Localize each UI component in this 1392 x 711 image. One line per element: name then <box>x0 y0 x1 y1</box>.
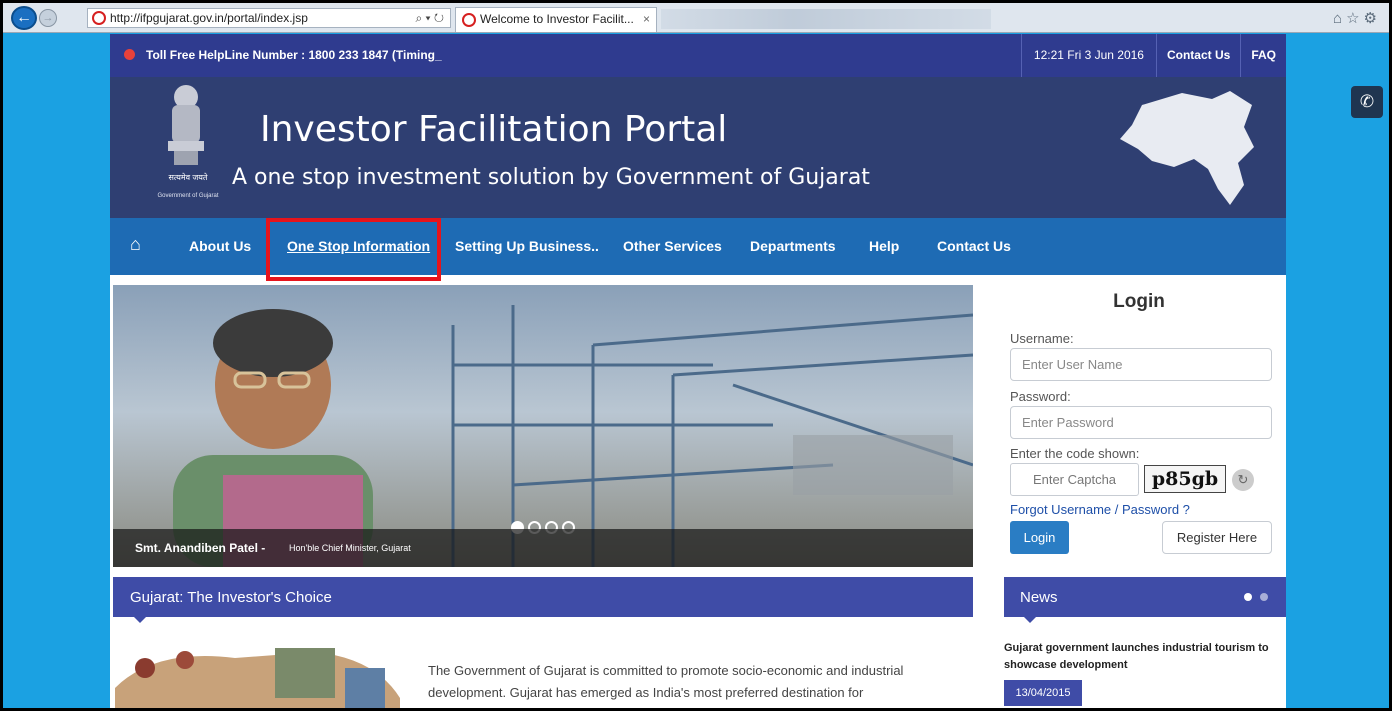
site-subtitle: A one stop investment solution by Govern… <box>232 165 870 190</box>
chief-minister-photo <box>173 309 373 567</box>
forgot-credentials-link[interactable]: Forgot Username / Password ? <box>1010 502 1190 517</box>
captcha-label: Enter the code shown: <box>1010 446 1140 461</box>
username-label: Username: <box>1010 331 1074 346</box>
nav-home-icon[interactable]: ⌂ <box>130 234 141 255</box>
address-controls[interactable]: ⌕ ▾ ↻ <box>415 9 444 27</box>
emblem-motto: सत्यमेव जयते <box>168 173 208 182</box>
nav-contact-us[interactable]: Contact Us <box>937 238 1011 254</box>
news-headline-link[interactable]: Gujarat government launches industrial t… <box>1004 640 1286 674</box>
top-contact-link[interactable]: Contact Us <box>1155 34 1240 77</box>
password-input[interactable]: Enter Password <box>1010 406 1272 439</box>
nav-help[interactable]: Help <box>869 238 899 254</box>
tab-favicon-icon <box>462 13 476 27</box>
state-emblem: सत्यमेव जयते Government of Gujarat <box>142 83 234 207</box>
section-body: The Government of Gujarat is committed t… <box>428 663 904 700</box>
section-title: Gujarat: The Investor's Choice <box>130 589 332 606</box>
news-notch <box>1024 617 1036 623</box>
gujarat-map-icon <box>1120 91 1254 205</box>
browser-window: ← → http://ifpgujarat.gov.in/portal/inde… <box>0 0 1392 711</box>
page: Toll Free HelpLine Number : 1800 233 184… <box>3 34 1389 708</box>
captcha-image: p85gb <box>1144 465 1226 493</box>
hero-banner: Smt. Anandiben Patel - Hon'ble Chief Min… <box>113 285 973 567</box>
helpline-dot-icon <box>124 49 135 60</box>
news-dot[interactable] <box>1244 593 1252 601</box>
date-time: 12:21 Fri 3 Jun 2016 <box>1020 34 1156 77</box>
section-notch <box>134 617 146 623</box>
faq-link[interactable]: FAQ <box>1240 34 1286 77</box>
password-label: Password: <box>1010 389 1071 404</box>
captcha-input[interactable]: Enter Captcha <box>1010 463 1139 496</box>
nav-other-services[interactable]: Other Services <box>623 238 722 254</box>
ashoka-emblem-icon <box>168 85 204 165</box>
register-button[interactable]: Register Here <box>1162 521 1272 554</box>
browser-actions: ⌂☆⚙ <box>1333 9 1381 27</box>
main-navigation: ⌂ About Us One Stop Information Setting … <box>110 218 1286 281</box>
favorites-star-icon[interactable]: ☆ <box>1346 10 1363 27</box>
helpline-text: Toll Free HelpLine Number : 1800 233 184… <box>146 48 442 62</box>
page-container: Toll Free HelpLine Number : 1800 233 184… <box>110 34 1286 708</box>
site-header: सत्यमेव जयते Government of Gujarat Inves… <box>110 77 1286 218</box>
caption-role: Hon'ble Chief Minister, Gujarat <box>289 543 411 553</box>
address-url: http://ifpgujarat.gov.in/portal/index.js… <box>110 11 308 25</box>
news-header: News <box>1004 577 1286 623</box>
section-header: Gujarat: The Investor's Choice <box>113 577 973 623</box>
phone-contact-icon[interactable]: ✆ <box>1351 86 1383 118</box>
back-button[interactable]: ← <box>11 6 37 30</box>
browser-tab[interactable]: Welcome to Investor Facilit... × <box>455 7 657 32</box>
tab-close-icon[interactable]: × <box>643 8 650 31</box>
news-title: News <box>1020 589 1058 606</box>
captcha-refresh-icon[interactable]: ↻ <box>1232 469 1254 491</box>
news-dot[interactable] <box>1260 593 1268 601</box>
nav-setting-up-business[interactable]: Setting Up Business.. <box>455 238 599 254</box>
highlight-box <box>266 218 441 281</box>
tab-title: Welcome to Investor Facilit... <box>480 12 634 26</box>
top-bar-right: 12:21 Fri 3 Jun 2016 Contact Us FAQ <box>1020 34 1286 77</box>
site-favicon-icon <box>92 11 106 25</box>
login-heading: Login <box>1113 291 1165 312</box>
username-input[interactable]: Enter User Name <box>1010 348 1272 381</box>
banner-caption: Smt. Anandiben Patel - Hon'ble Chief Min… <box>113 529 973 567</box>
news-pager[interactable] <box>1244 593 1268 601</box>
top-bar: Toll Free HelpLine Number : 1800 233 184… <box>110 34 1286 77</box>
login-button[interactable]: Login <box>1010 521 1069 554</box>
nav-about-us[interactable]: About Us <box>189 238 251 254</box>
settings-gear-icon[interactable]: ⚙ <box>1364 10 1381 27</box>
site-title: Investor Facilitation Portal <box>260 109 728 150</box>
industrial-plant-image <box>451 305 973 567</box>
gujarat-collage-image <box>115 648 400 708</box>
other-tabs[interactable] <box>661 9 991 29</box>
browser-toolbar: ← → http://ifpgujarat.gov.in/portal/inde… <box>3 3 1389 33</box>
home-icon[interactable]: ⌂ <box>1333 10 1346 27</box>
login-panel: Login Username: Enter User Name Password… <box>1004 285 1274 567</box>
news-date-badge: 13/04/2015 <box>1004 680 1082 706</box>
forward-button[interactable]: → <box>39 9 57 27</box>
caption-name: Smt. Anandiben Patel - <box>135 541 266 555</box>
nav-departments[interactable]: Departments <box>750 238 836 254</box>
address-bar[interactable]: http://ifpgujarat.gov.in/portal/index.js… <box>87 8 451 28</box>
emblem-caption: Government of Gujarat <box>157 193 219 199</box>
